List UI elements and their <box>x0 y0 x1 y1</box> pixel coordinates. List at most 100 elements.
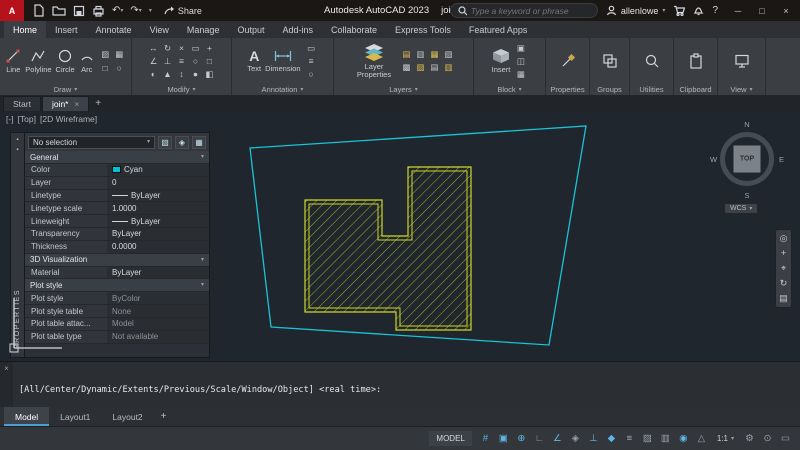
object-snap-tracking-icon[interactable]: ⊥ <box>585 430 602 448</box>
autoscale-icon[interactable]: △ <box>693 430 710 448</box>
block-tool-icon[interactable]: ◫ <box>514 55 527 67</box>
annotation-monitor-icon[interactable]: ⊙ <box>759 430 776 448</box>
viewcube-north[interactable]: N <box>744 120 749 129</box>
modify-tool-icon[interactable]: ▲ <box>161 68 174 80</box>
property-row-plot-table-attached[interactable]: Plot table attac... Model <box>25 317 209 331</box>
panel-footer-properties[interactable]: Properties <box>546 84 589 95</box>
drawing-area[interactable]: [-] [Top] [2D Wireframe] ▪ ▪ PROPERTIES … <box>0 111 800 361</box>
leader-icon[interactable]: ▭ <box>305 42 318 54</box>
view-button[interactable] <box>734 53 750 69</box>
modify-tool-icon[interactable]: × <box>175 42 188 54</box>
maximize-button[interactable]: □ <box>750 0 774 21</box>
property-row-plot-style-table[interactable]: Plot style table None <box>25 305 209 318</box>
property-row-transparency[interactable]: Transparency ByLayer <box>25 227 209 241</box>
panel-footer-clipboard[interactable]: Clipboard <box>674 84 717 95</box>
search-input[interactable] <box>470 5 590 16</box>
wcs-menu[interactable]: WCS ▾ <box>724 203 759 214</box>
pan-icon[interactable]: + <box>781 249 786 258</box>
property-row-color[interactable]: Color Cyan <box>25 164 209 177</box>
property-row-thickness[interactable]: Thickness 0.0000 <box>25 240 209 254</box>
command-close-icon[interactable]: × <box>4 364 9 373</box>
dynamic-input-icon[interactable]: ⊕ <box>513 430 530 448</box>
property-row-lineweight[interactable]: Lineweight ByLayer <box>25 215 209 228</box>
workspace-switching-icon[interactable]: ⚙ <box>741 430 758 448</box>
modify-tool-icon[interactable]: ⊥ <box>161 55 174 67</box>
gradient-icon[interactable]: ▦ <box>113 49 126 61</box>
ribbon-tab-featured-apps[interactable]: Featured Apps <box>460 21 537 38</box>
layer-tool-icon[interactable]: ▥ <box>442 62 455 74</box>
modify-tool-icon[interactable]: ● <box>189 68 202 80</box>
text-tool-button[interactable]: A Text <box>247 49 261 73</box>
layout-tab-layout2[interactable]: Layout2 <box>101 407 153 426</box>
snap-mode-icon[interactable]: ▣ <box>495 430 512 448</box>
modify-tool-icon[interactable]: ≡ <box>175 55 188 67</box>
panel-footer-draw[interactable]: Draw ▾ <box>0 84 131 95</box>
table-icon[interactable]: ≡ <box>305 55 318 67</box>
viewcube-east[interactable]: E <box>779 155 784 164</box>
autocad-logo-icon[interactable]: A <box>0 0 24 21</box>
annotation-visibility-icon[interactable]: ◉ <box>675 430 692 448</box>
viewcube-top-face[interactable]: TOP <box>733 145 761 173</box>
layer-tool-icon[interactable]: ▦ <box>428 49 441 61</box>
palette-autohide-icon[interactable]: ▪ <box>14 136 21 143</box>
file-tab-start[interactable]: Start <box>3 96 41 111</box>
isometric-drafting-icon[interactable]: ◈ <box>567 430 584 448</box>
ribbon-tab-output[interactable]: Output <box>228 21 273 38</box>
viewcube-south[interactable]: S <box>744 191 749 200</box>
dimension-tool-button[interactable]: Dimension <box>265 49 301 73</box>
measure-button[interactable] <box>644 53 660 69</box>
undo-icon[interactable]: ↶ ▾ <box>112 4 123 18</box>
property-row-linetype-scale[interactable]: Linetype scale 1.0000 <box>25 202 209 216</box>
ribbon-tab-view[interactable]: View <box>141 21 178 38</box>
modify-tool-icon[interactable]: ▭ <box>189 42 202 54</box>
property-row-layer[interactable]: Layer 0 <box>25 176 209 190</box>
modify-tool-icon[interactable]: ↕ <box>175 68 188 80</box>
line-tool-button[interactable]: Line <box>5 48 21 74</box>
property-row-material[interactable]: Material ByLayer <box>25 266 209 280</box>
panel-footer-modify[interactable]: Modify ▾ <box>132 84 231 95</box>
palette-title-strip[interactable]: ▪ ▪ PROPERTIES <box>10 132 24 358</box>
layer-tool-icon[interactable]: ▥ <box>414 49 427 61</box>
close-button[interactable]: × <box>774 0 798 21</box>
selection-dropdown[interactable]: No selection ▾ <box>28 135 155 149</box>
paste-button[interactable] <box>689 53 703 69</box>
ribbon-tab-annotate[interactable]: Annotate <box>87 21 141 38</box>
ribbon-tab-collaborate[interactable]: Collaborate <box>322 21 386 38</box>
save-icon[interactable] <box>73 4 85 18</box>
object-snap-icon[interactable]: ◆ <box>603 430 620 448</box>
layer-tool-icon[interactable]: ▤ <box>428 62 441 74</box>
ribbon-tab-addins[interactable]: Add-ins <box>273 21 322 38</box>
annotation-sc[interactable]: 1:1 ▾ <box>711 434 740 443</box>
modify-tool-icon[interactable]: ◧ <box>203 68 216 80</box>
circle-tool-button[interactable]: Circle <box>56 48 75 74</box>
layer-properties-button[interactable]: Layer Properties <box>352 43 396 79</box>
layout-tab-layout1[interactable]: Layout1 <box>49 407 101 426</box>
block-tool-icon[interactable]: ▣ <box>514 42 527 54</box>
zoom-icon[interactable]: ⌖ <box>781 264 786 273</box>
toggle-pickadd-icon[interactable]: ▧ <box>158 135 172 149</box>
layer-tool-icon[interactable]: ▤ <box>400 49 413 61</box>
orbit-icon[interactable]: ↻ <box>780 279 788 288</box>
search-box[interactable] <box>449 3 598 18</box>
panel-footer-view[interactable]: View ▾ <box>718 84 765 95</box>
grid-icon[interactable]: # <box>477 430 494 448</box>
section-3d-visualization[interactable]: 3D Visualization ▾ <box>25 253 209 267</box>
layer-tool-icon[interactable]: ▨ <box>414 62 427 74</box>
panel-footer-layers[interactable]: Layers ▾ <box>334 84 473 95</box>
modify-tool-icon[interactable]: ◐ <box>147 68 160 80</box>
polar-tracking-icon[interactable]: ∠ <box>549 430 566 448</box>
modify-tool-icon[interactable]: ↻ <box>161 42 174 54</box>
tab-close-icon[interactable]: × <box>75 100 80 109</box>
transparency-icon[interactable]: ▨ <box>639 430 656 448</box>
notification-bell-icon[interactable] <box>693 4 704 18</box>
ribbon-tab-home[interactable]: Home <box>4 21 47 38</box>
group-button[interactable] <box>602 53 618 69</box>
lineweight-icon[interactable]: ≡ <box>621 430 638 448</box>
ribbon-tab-insert[interactable]: Insert <box>46 21 87 38</box>
command-window-grip[interactable]: × <box>0 362 13 407</box>
ortho-mode-icon[interactable]: ∟ <box>531 430 548 448</box>
qat-customize-caret-icon[interactable]: ▾ <box>149 4 152 18</box>
panel-footer-utilities[interactable]: Utilities <box>630 84 673 95</box>
modify-tool-icon[interactable]: + <box>203 42 216 54</box>
ribbon-tab-express-tools[interactable]: Express Tools <box>386 21 460 38</box>
